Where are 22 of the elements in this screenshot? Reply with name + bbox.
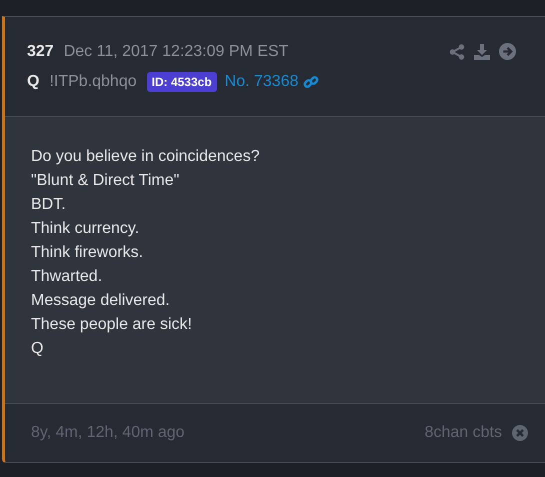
tripcode: !ITPb.qbhqo [49, 72, 137, 92]
message-line: Think currency. [31, 219, 140, 239]
download-icon[interactable] [474, 44, 490, 60]
message-line: Q [31, 339, 44, 359]
message-line: Thwarted. [31, 267, 102, 287]
post-age: 8y, 4m, 12h, 40m ago [31, 423, 185, 443]
share-icon[interactable] [449, 44, 465, 60]
message-line: BDT. [31, 195, 66, 215]
link-icon[interactable] [302, 74, 318, 90]
message-line: "Blunt & Direct Time" [31, 171, 180, 191]
close-icon[interactable] [512, 425, 528, 441]
source-label: 8chan cbts [424, 423, 502, 443]
message-line: Message delivered. [31, 291, 170, 311]
poster-name: Q [27, 72, 40, 92]
message-line: Do you believe in coincidences? [31, 147, 260, 167]
message-line: These people are sick! [31, 315, 192, 335]
post-link[interactable]: No. 73368 [224, 70, 298, 94]
arrow-circle-icon[interactable] [499, 43, 516, 60]
post-number: 327 [27, 42, 54, 62]
message-line: Think fireworks. [31, 243, 144, 263]
timestamp: Dec 11, 2017 12:23:09 PM EST [64, 42, 288, 62]
id-badge: ID: 4533cb [146, 72, 217, 92]
